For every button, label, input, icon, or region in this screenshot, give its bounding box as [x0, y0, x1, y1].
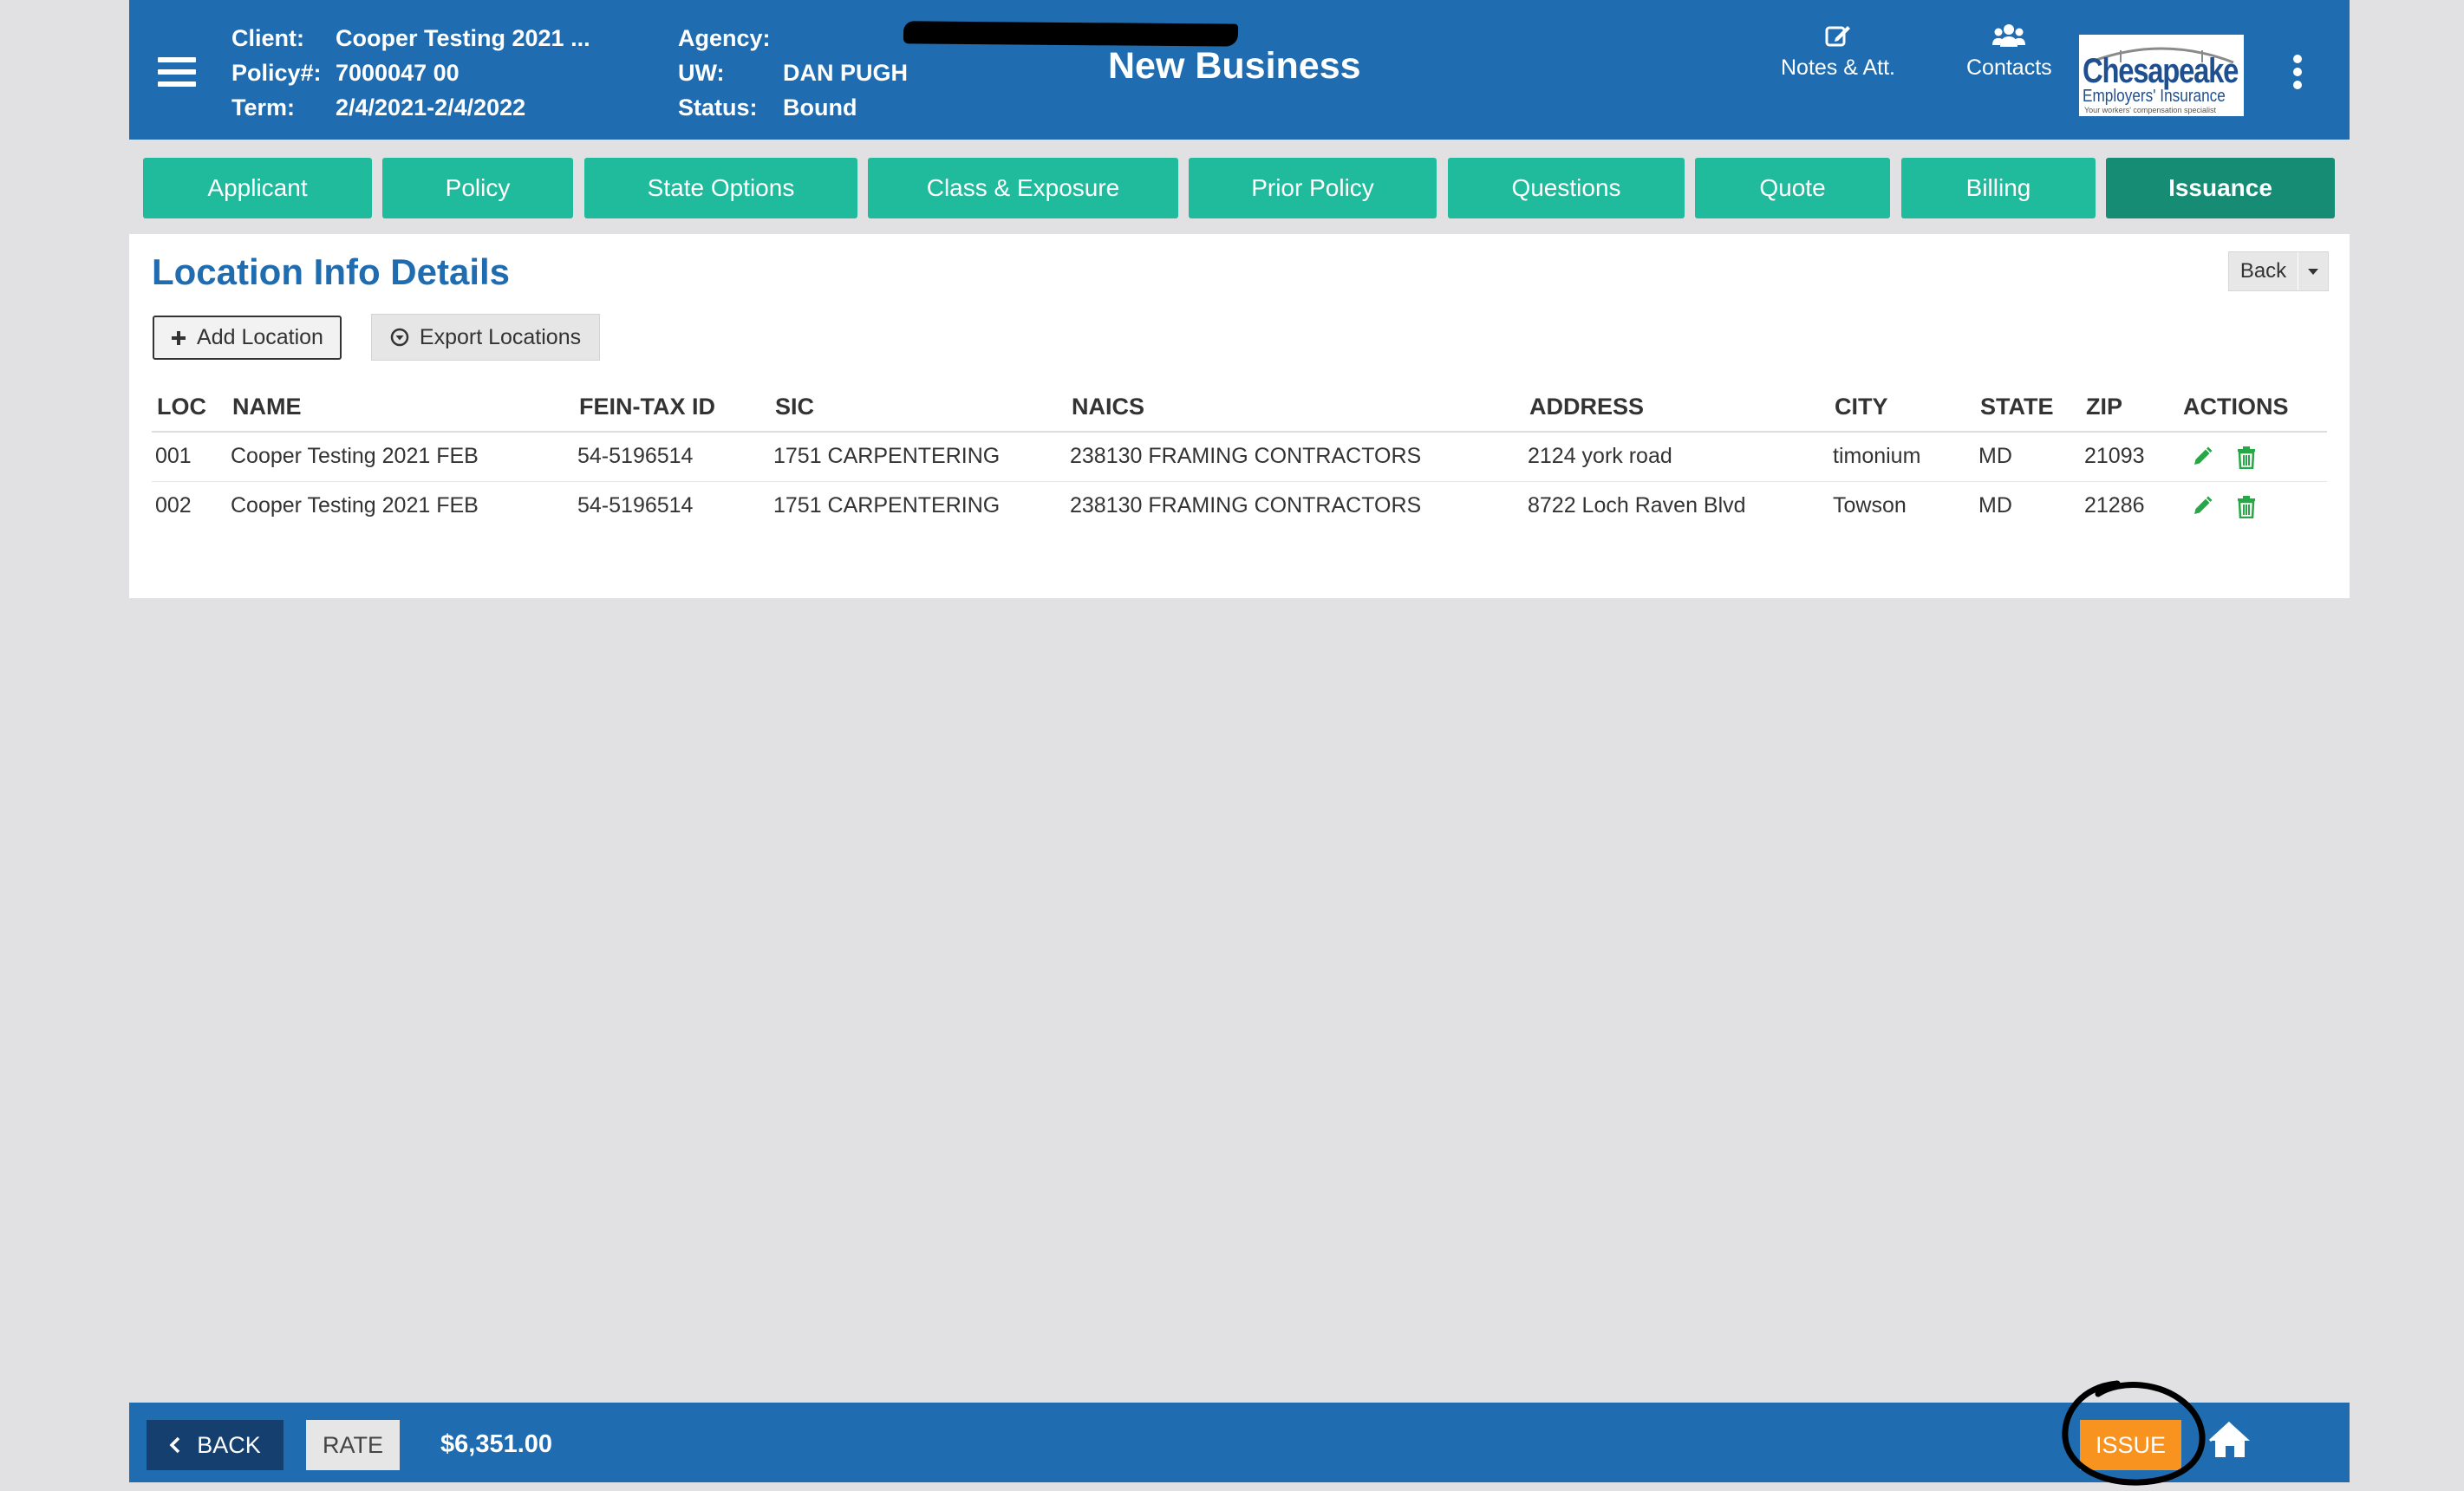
issue-button[interactable]: ISSUE: [2080, 1420, 2181, 1470]
tab-quote[interactable]: Quote: [1695, 158, 1890, 218]
tab-issuance[interactable]: Issuance: [2106, 158, 2335, 218]
column-header: LOC: [152, 383, 227, 433]
policy-info-left: Client: Cooper Testing 2021 ... Policy#: 7…: [231, 21, 590, 125]
column-header: STATE: [1975, 383, 2081, 433]
rate-button[interactable]: RATE: [306, 1420, 400, 1470]
home-icon[interactable]: [2208, 1420, 2252, 1464]
tab-billing[interactable]: Billing: [1901, 158, 2096, 218]
plus-icon: [172, 330, 186, 345]
cell-sic: 1751 CARPENTERING: [773, 493, 1001, 518]
premium-amount: $6,351.00: [440, 1430, 553, 1458]
export-locations-label: Export Locations: [419, 324, 582, 349]
cell-zip: 21286: [2084, 493, 2145, 518]
policy-number: 7000047 00: [336, 60, 460, 86]
cell-fein: 54-5196514: [574, 432, 770, 482]
cell-state: MD: [1975, 432, 2081, 482]
menu-icon[interactable]: [158, 57, 196, 87]
tab-questions[interactable]: Questions: [1448, 158, 1685, 218]
caret-down-icon[interactable]: [2298, 267, 2328, 276]
column-header: SIC: [770, 383, 1066, 433]
client-label: Client:: [231, 25, 304, 51]
add-location-button[interactable]: Add Location: [153, 316, 342, 360]
uw-value: DAN PUGH: [783, 60, 909, 86]
cell-address: 2124 york road: [1524, 432, 1829, 482]
cell-actions: [2178, 432, 2327, 482]
cell-state: MD: [1978, 493, 2012, 518]
cell-fein: 54-5196514: [577, 493, 694, 518]
policy-info-right: Agency: UW: DAN PUGH Status: Bound: [678, 21, 908, 125]
column-header: NAICS: [1066, 383, 1524, 433]
column-header: NAME: [227, 383, 574, 433]
back-dropdown-label: Back: [2229, 252, 2298, 290]
tab-applicant[interactable]: Applicant: [143, 158, 372, 218]
term-label: Term:: [231, 94, 296, 120]
cell-zip: 21093: [2081, 432, 2178, 482]
back-button-label: BACK: [197, 1431, 261, 1458]
cell-address: 8722 Loch Raven Blvd: [1528, 493, 1746, 518]
trash-icon[interactable]: [2237, 446, 2256, 469]
cell-city: Towson: [1833, 493, 1907, 518]
agency-label: Agency:: [678, 25, 771, 51]
location-panel: Location Info Details Back Add Location …: [129, 234, 2350, 598]
back-dropdown[interactable]: Back: [2228, 251, 2329, 291]
download-circle-icon: [390, 328, 409, 347]
cell-naics: 238130 FRAMING CONTRACTORS: [1066, 432, 1524, 482]
client-value: Cooper Testing 2021 ...: [336, 25, 590, 51]
tab-state-options[interactable]: State Options: [584, 158, 857, 218]
uw-label: UW:: [678, 60, 725, 86]
column-header: CITY: [1829, 383, 1975, 433]
trash-icon[interactable]: [2237, 495, 2256, 518]
chevron-left-icon: [169, 1436, 180, 1454]
notes-label: Notes & Att.: [1781, 55, 1896, 80]
company-logo: Chesapeake Employers' Insurance Your wor…: [2079, 35, 2244, 116]
locations-table: LOC NAME FEIN-TAX ID SIC NAICS ADDRESS C…: [152, 383, 2327, 531]
table-row: 001 Cooper Testing 2021 FEB 54-5196514 1…: [152, 432, 2327, 482]
column-header: FEIN-TAX ID: [574, 383, 770, 433]
table-row: 002 Cooper Testing 2021 FEB 54-5196514 1…: [152, 481, 2327, 531]
contacts-icon: [1992, 24, 2026, 47]
pencil-icon[interactable]: [2192, 496, 2213, 518]
kebab-menu-icon[interactable]: [2293, 55, 2304, 94]
pencil-icon[interactable]: [2192, 446, 2213, 469]
export-locations-button[interactable]: Export Locations: [371, 314, 600, 361]
cell-sic: 1751 CARPENTERING: [770, 432, 1066, 482]
status-value: Bound: [783, 94, 857, 120]
agency-redaction: [903, 21, 1239, 47]
cell-name: Cooper Testing 2021 FEB: [231, 493, 479, 518]
status-label: Status:: [678, 94, 758, 120]
tab-policy[interactable]: Policy: [382, 158, 573, 218]
tab-class-exposure[interactable]: Class & Exposure: [868, 158, 1178, 218]
column-header: ZIP: [2081, 383, 2178, 433]
edit-note-icon: [1825, 26, 1850, 47]
cell-actions: [2178, 481, 2327, 531]
section-title: Location Info Details: [152, 251, 511, 292]
bottom-action-bar: BACK RATE $6,351.00 ISSUE: [129, 1403, 2350, 1482]
top-header: Client: Cooper Testing 2021 ... Policy#: 7…: [129, 0, 2350, 140]
cell-city: timonium: [1829, 432, 1975, 482]
notes-attachments-button[interactable]: Notes & Att.: [1781, 23, 1895, 81]
column-header: ADDRESS: [1524, 383, 1829, 433]
column-header: ACTIONS: [2178, 383, 2327, 433]
add-location-label: Add Location: [197, 325, 323, 349]
term-value: 2/4/2021-2/4/2022: [336, 94, 526, 120]
back-button[interactable]: BACK: [147, 1420, 284, 1470]
cell-name: Cooper Testing 2021 FEB: [227, 432, 574, 482]
cell-loc: 002: [155, 493, 192, 518]
contacts-button[interactable]: Contacts: [1966, 23, 2052, 81]
table-header-row: LOC NAME FEIN-TAX ID SIC NAICS ADDRESS C…: [152, 383, 2327, 433]
policy-label: Policy#:: [231, 60, 322, 86]
cell-naics: 238130 FRAMING CONTRACTORS: [1070, 493, 1422, 518]
contacts-label: Contacts: [1966, 55, 2052, 80]
cell-loc: 001: [152, 432, 227, 482]
tab-prior-policy[interactable]: Prior Policy: [1189, 158, 1437, 218]
page-title: New Business: [1108, 45, 1361, 87]
